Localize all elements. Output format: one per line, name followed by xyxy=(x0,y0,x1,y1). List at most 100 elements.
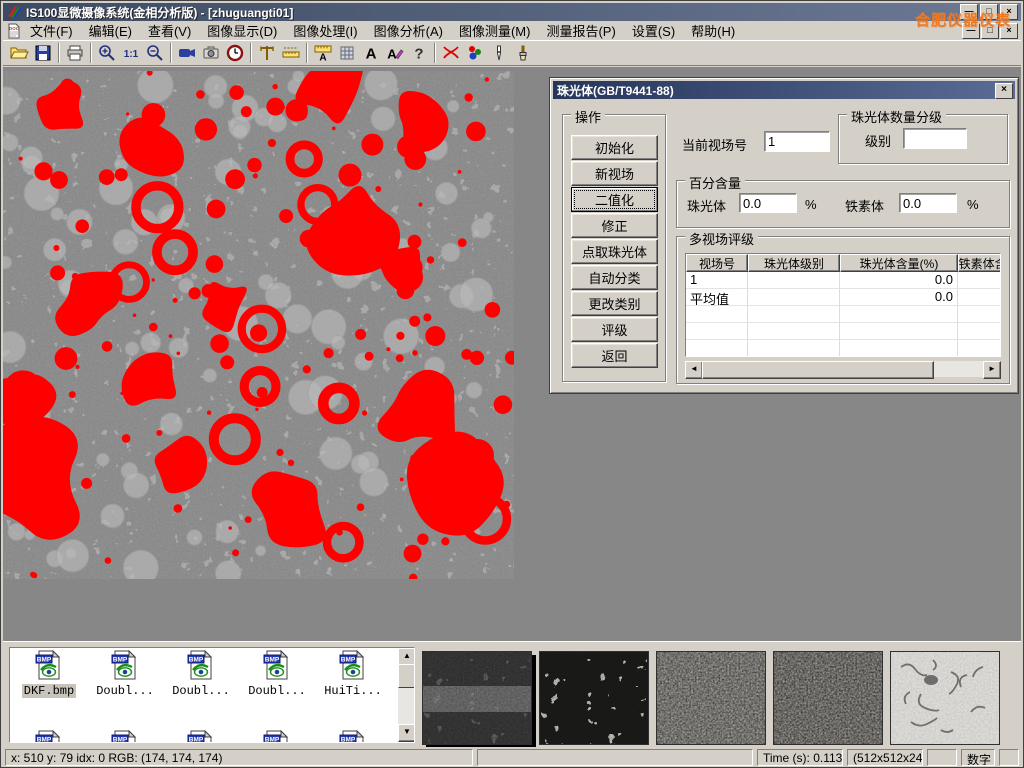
new-field-button[interactable]: 新视场 xyxy=(571,161,658,186)
file-item[interactable]: BMP Doubl... xyxy=(88,650,162,698)
binarize-button[interactable]: 二值化 xyxy=(571,187,658,212)
file-item[interactable]: BMP DKF.bmp xyxy=(12,650,86,698)
svg-text:?: ? xyxy=(414,46,423,63)
table-horizontal-scrollbar[interactable]: ◄ ► xyxy=(685,361,1001,377)
curve-tool-icon[interactable] xyxy=(439,42,463,64)
table-row[interactable]: 1 0.0 xyxy=(686,272,1000,289)
zoom-out-icon[interactable] xyxy=(143,42,167,64)
menu-edit[interactable]: 编辑(E) xyxy=(81,20,140,41)
measure-label-icon[interactable]: A xyxy=(311,42,335,64)
rate-button[interactable]: 评级 xyxy=(571,317,658,342)
col-ferrite-content[interactable]: 铁素体含量(%) xyxy=(958,254,1001,272)
grade-input[interactable] xyxy=(903,128,967,149)
menu-image-display[interactable]: 图像显示(D) xyxy=(199,20,285,41)
file-item-partial[interactable]: BMP xyxy=(240,730,314,743)
correct-button[interactable]: 修正 xyxy=(571,213,658,238)
ferrite-percent-input[interactable] xyxy=(899,193,957,213)
col-field-number[interactable]: 视场号 xyxy=(686,254,748,272)
auto-classify-button[interactable]: 自动分类 xyxy=(571,265,658,290)
multi-field-group-label: 多视场评级 xyxy=(685,229,758,248)
dialog-title-bar[interactable]: 珠光体(GB/T9441-88) × xyxy=(553,81,1015,99)
table-row-empty xyxy=(686,323,1000,340)
file-item-partial[interactable]: BMP xyxy=(316,730,390,743)
scrollbar-thumb[interactable] xyxy=(398,664,415,688)
bottom-panel: BMP DKF.bmp BMP Doubl... BMP Doubl... BM… xyxy=(3,641,1021,748)
menu-view[interactable]: 查看(V) xyxy=(140,20,199,41)
svg-text:A: A xyxy=(366,46,377,63)
current-field-input[interactable] xyxy=(764,131,830,152)
file-item[interactable]: BMP Doubl... xyxy=(164,650,238,698)
mdi-restore-button[interactable]: □ xyxy=(981,23,999,39)
minimize-button[interactable]: — xyxy=(960,4,978,20)
menu-image-analysis[interactable]: 图像分析(A) xyxy=(366,20,451,41)
col-pearlite-content[interactable]: 珠光体含量(%) xyxy=(840,254,958,272)
thumbnail-5[interactable] xyxy=(890,651,1000,745)
thumbnail-3[interactable] xyxy=(656,651,766,745)
scroll-right-icon[interactable]: ► xyxy=(983,361,1001,379)
file-item-partial[interactable]: BMP xyxy=(164,730,238,743)
micrograph-image[interactable] xyxy=(3,71,514,579)
file-name[interactable]: Doubl... xyxy=(170,684,232,698)
actual-size-icon[interactable]: 1:1 xyxy=(119,42,143,64)
dialog-close-icon[interactable]: × xyxy=(995,83,1013,99)
text-annotate-icon[interactable]: A xyxy=(359,42,383,64)
thumbnail-4[interactable] xyxy=(773,651,883,745)
return-button[interactable]: 返回 xyxy=(571,343,658,368)
open-file-icon[interactable] xyxy=(7,42,31,64)
zoom-in-icon[interactable] xyxy=(95,42,119,64)
menu-file[interactable]: 文件(F) xyxy=(22,20,81,41)
rating-table[interactable]: 视场号 珠光体级别 珠光体含量(%) 铁素体含量(%) 1 0.0 平均值 0.… xyxy=(685,253,1001,357)
col-pearlite-grade[interactable]: 珠光体级别 xyxy=(748,254,840,272)
svg-text:BMP: BMP xyxy=(189,657,204,664)
close-button[interactable]: × xyxy=(1000,4,1018,20)
video-capture-icon[interactable] xyxy=(175,42,199,64)
save-file-icon[interactable] xyxy=(31,42,55,64)
restore-button[interactable]: □ xyxy=(980,4,998,20)
thumbnail-1[interactable] xyxy=(422,651,532,745)
file-list-scrollbar[interactable]: ▲ ▼ xyxy=(398,648,414,742)
change-class-button[interactable]: 更改类别 xyxy=(571,291,658,316)
timer-clock-icon[interactable] xyxy=(223,42,247,64)
edit-annotate-icon[interactable]: A xyxy=(383,42,407,64)
thumbnail-2[interactable] xyxy=(539,651,649,745)
snapshot-camera-icon[interactable] xyxy=(199,42,223,64)
file-item-partial[interactable]: BMP xyxy=(88,730,162,743)
menu-settings[interactable]: 设置(S) xyxy=(624,20,683,41)
svg-text:BMP: BMP xyxy=(113,657,128,664)
file-list[interactable]: BMP DKF.bmp BMP Doubl... BMP Doubl... BM… xyxy=(9,647,415,743)
toolbar: 1:1 A A A ? xyxy=(3,40,1021,66)
file-name[interactable]: DKF.bmp xyxy=(22,684,76,698)
file-item[interactable]: BMP Doubl... xyxy=(240,650,314,698)
file-name[interactable]: Doubl... xyxy=(246,684,308,698)
table-row[interactable]: 平均值 0.0 xyxy=(686,289,1000,306)
particle-classify-icon[interactable] xyxy=(463,42,487,64)
menu-image-processing[interactable]: 图像处理(I) xyxy=(285,20,365,41)
file-item-partial[interactable]: BMP xyxy=(12,730,86,743)
cell-grade xyxy=(748,272,840,289)
pen-tool-icon[interactable] xyxy=(487,42,511,64)
help-icon[interactable]: ? xyxy=(407,42,431,64)
vertical-caliper-icon[interactable] xyxy=(255,42,279,64)
toolbar-separator xyxy=(58,43,60,63)
horizontal-ruler-icon[interactable] xyxy=(279,42,303,64)
scroll-down-icon[interactable]: ▼ xyxy=(398,724,415,742)
initialize-button[interactable]: 初始化 xyxy=(571,135,658,160)
svg-text:BMP: BMP xyxy=(341,737,356,744)
file-item[interactable]: BMP HuiTi... xyxy=(316,650,390,698)
scroll-left-icon[interactable]: ◄ xyxy=(685,361,703,379)
brush-tool-icon[interactable] xyxy=(511,42,535,64)
mdi-close-button[interactable]: × xyxy=(1000,23,1018,39)
pearlite-percent-input[interactable] xyxy=(739,193,797,213)
scrollbar-thumb[interactable] xyxy=(702,361,934,379)
file-name[interactable]: Doubl... xyxy=(94,684,156,698)
menu-help[interactable]: 帮助(H) xyxy=(683,20,743,41)
mdi-minimize-button[interactable]: — xyxy=(962,23,980,39)
grid-measure-icon[interactable] xyxy=(335,42,359,64)
print-icon[interactable] xyxy=(63,42,87,64)
document-icon[interactable]: DOC xyxy=(6,23,22,39)
menu-image-measure[interactable]: 图像测量(M) xyxy=(451,20,539,41)
pick-pearlite-button[interactable]: 点取珠光体 xyxy=(571,239,658,264)
current-field-label: 当前视场号 xyxy=(682,135,747,154)
menu-measure-report[interactable]: 测量报告(P) xyxy=(538,20,623,41)
file-name[interactable]: HuiTi... xyxy=(322,684,384,698)
